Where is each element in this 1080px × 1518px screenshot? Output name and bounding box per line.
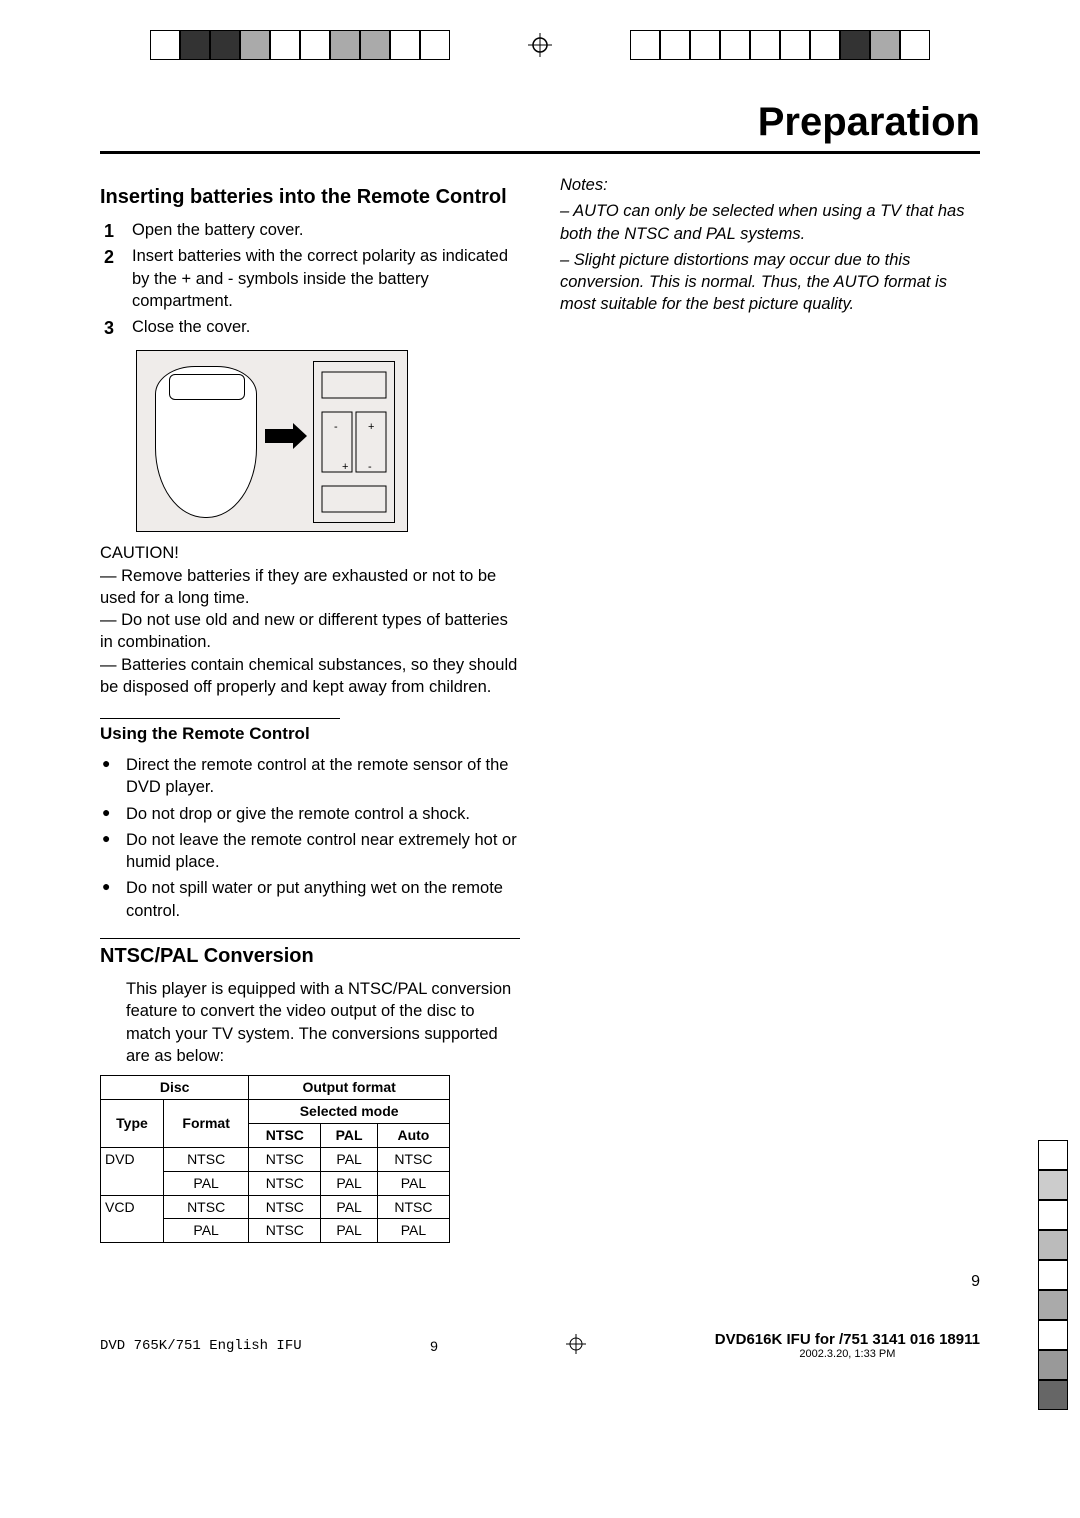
note-item: – Slight picture distortions may occur d… <box>560 249 980 316</box>
th-ntsc: NTSC <box>249 1123 321 1147</box>
arrow-icon <box>265 429 295 443</box>
side-crop-squares <box>1038 1140 1068 1410</box>
td: PAL <box>321 1171 377 1195</box>
td: NTSC <box>163 1195 248 1219</box>
svg-text:+: + <box>342 461 348 473</box>
usage-bullets: Direct the remote control at the remote … <box>100 754 520 922</box>
th-type: Type <box>101 1099 164 1147</box>
left-column: Inserting batteries into the Remote Cont… <box>100 174 520 1243</box>
td-type: VCD <box>101 1195 164 1243</box>
td: PAL <box>321 1219 377 1243</box>
list-item: Do not drop or give the remote control a… <box>100 803 520 825</box>
remote-back-icon <box>155 366 257 518</box>
footer-timestamp: 2002.3.20, 1:33 PM <box>715 1348 980 1360</box>
svg-text:-: - <box>368 461 372 473</box>
ntsc-intro: This player is equipped with a NTSC/PAL … <box>100 978 520 1067</box>
battery-diagram: - + + - <box>136 350 408 532</box>
list-item: Open the battery cover. <box>100 219 520 241</box>
registration-mark-bottom <box>566 1334 586 1357</box>
footer-pagenum: 9 <box>430 1338 438 1354</box>
crop-block-left <box>150 30 450 60</box>
footer-doc: DVD 765K/751 English IFU <box>100 1338 302 1354</box>
list-item: Direct the remote control at the remote … <box>100 754 520 799</box>
th-format: Format <box>163 1099 248 1147</box>
td: NTSC <box>249 1195 321 1219</box>
td: NTSC <box>249 1147 321 1171</box>
page-title: Preparation <box>100 100 980 154</box>
list-item: Do not leave the remote control near ext… <box>100 829 520 874</box>
td: NTSC <box>377 1147 449 1171</box>
caution-title: CAUTION! <box>100 542 520 564</box>
list-item: Insert batteries with the correct polari… <box>100 245 520 312</box>
td-type: DVD <box>101 1147 164 1195</box>
td: PAL <box>377 1219 449 1243</box>
battery-compartment-icon: - + + - <box>313 361 395 523</box>
caution-item: — Remove batteries if they are exhausted… <box>100 565 520 610</box>
td: NTSC <box>249 1219 321 1243</box>
caution-item: — Do not use old and new or different ty… <box>100 609 520 654</box>
td: PAL <box>163 1171 248 1195</box>
td: PAL <box>377 1171 449 1195</box>
th-disc: Disc <box>101 1076 249 1100</box>
heading-ntsc-pal: NTSC/PAL Conversion <box>100 938 520 970</box>
td: PAL <box>163 1219 248 1243</box>
list-item: Do not spill water or put anything wet o… <box>100 877 520 922</box>
caution-item: — Batteries contain chemical substances,… <box>100 654 520 699</box>
td: PAL <box>321 1195 377 1219</box>
svg-text:+: + <box>368 421 374 433</box>
conversion-table: Disc Output format Type Format Selected … <box>100 1075 450 1243</box>
footer-code: DVD616K IFU for /751 3141 016 18911 <box>715 1331 980 1348</box>
svg-text:-: - <box>334 421 338 433</box>
note-item: – AUTO can only be selected when using a… <box>560 200 980 245</box>
footer: DVD 765K/751 English IFU 9 DVD616K IFU f… <box>100 1331 980 1360</box>
right-column: Notes: – AUTO can only be selected when … <box>560 174 980 1243</box>
caution-block: CAUTION! — Remove batteries if they are … <box>100 542 520 698</box>
th-pal: PAL <box>321 1123 377 1147</box>
heading-using-remote: Using the Remote Control <box>100 718 340 746</box>
registration-mark-top <box>528 33 552 57</box>
crop-block-right <box>630 30 930 60</box>
th-auto: Auto <box>377 1123 449 1147</box>
heading-inserting-batteries: Inserting batteries into the Remote Cont… <box>100 184 520 211</box>
notes-block: Notes: – AUTO can only be selected when … <box>560 174 980 316</box>
td: PAL <box>321 1147 377 1171</box>
td: NTSC <box>249 1171 321 1195</box>
th-selected: Selected mode <box>249 1099 450 1123</box>
td: NTSC <box>163 1147 248 1171</box>
page-number: 9 <box>100 1273 980 1291</box>
th-output: Output format <box>249 1076 450 1100</box>
notes-label: Notes: <box>560 174 980 196</box>
battery-steps: Open the battery cover. Insert batteries… <box>100 219 520 338</box>
td: NTSC <box>377 1195 449 1219</box>
crop-marks-top <box>100 30 980 60</box>
list-item: Close the cover. <box>100 316 520 338</box>
